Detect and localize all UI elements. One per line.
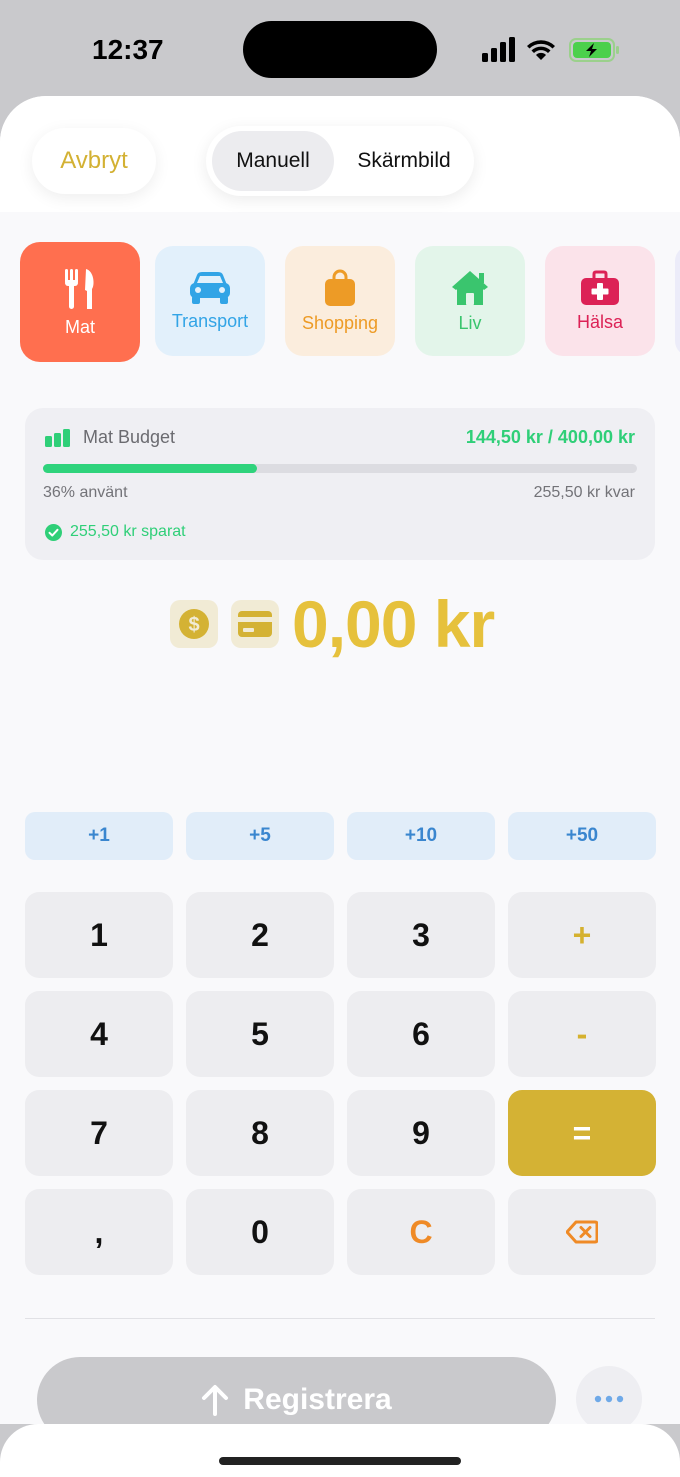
- budget-used-text: 36% använt: [43, 484, 128, 501]
- category-mat[interactable]: Mat: [20, 242, 140, 362]
- medical-kit-icon: [581, 270, 619, 305]
- category-liv[interactable]: Liv: [415, 246, 525, 356]
- shopping-bag-icon: [325, 269, 355, 306]
- add-expense-sheet: Avbryt Manuell Skärmbild Mat Transport S…: [0, 96, 680, 1477]
- category-label: Transport: [171, 310, 249, 331]
- status-bar: 12:37: [0, 0, 680, 96]
- key-equals[interactable]: =: [508, 1090, 656, 1176]
- key-decimal[interactable]: ,: [25, 1189, 173, 1275]
- category-transport[interactable]: Transport: [155, 246, 265, 356]
- key-4[interactable]: 4: [25, 991, 173, 1077]
- house-icon: [452, 270, 488, 305]
- key-5[interactable]: 5: [186, 991, 334, 1077]
- ellipsis-icon: [594, 1395, 624, 1403]
- mode-segmented-control: Manuell Skärmbild: [206, 126, 474, 196]
- budget-progress-fill: [43, 464, 257, 473]
- key-minus[interactable]: -: [508, 991, 656, 1077]
- dynamic-island: [243, 21, 437, 78]
- sheet-header: Avbryt Manuell Skärmbild: [0, 96, 680, 212]
- status-time: 12:37: [92, 34, 164, 65]
- key-3[interactable]: 3: [347, 892, 495, 978]
- more-options-button[interactable]: [576, 1366, 642, 1432]
- fork-knife-icon: [65, 268, 94, 309]
- quick-add-1-button[interactable]: +1: [25, 812, 173, 860]
- budget-progress-bar: [43, 464, 637, 473]
- category-next-partial[interactable]: [675, 246, 680, 356]
- divider: [25, 1318, 655, 1319]
- key-0[interactable]: 0: [186, 1189, 334, 1275]
- category-label: Mat: [64, 316, 95, 337]
- key-backspace[interactable]: [508, 1189, 656, 1275]
- budget-saved-text: 255,50 kr sparat: [70, 523, 186, 540]
- key-2[interactable]: 2: [186, 892, 334, 978]
- payment-method-button[interactable]: [231, 600, 279, 648]
- category-halsa[interactable]: Hälsa: [545, 246, 655, 356]
- budget-remaining-text: 255,50 kr kvar: [533, 484, 635, 501]
- amount-value: 0,00 kr: [292, 587, 495, 661]
- tab-screenshot[interactable]: Skärmbild: [340, 131, 468, 191]
- category-label: Liv: [458, 312, 482, 333]
- key-plus[interactable]: +: [508, 892, 656, 978]
- home-indicator[interactable]: [219, 1457, 461, 1465]
- checkmark-circle-icon: [45, 524, 62, 541]
- quick-add-50-button[interactable]: +50: [508, 812, 656, 860]
- quick-add-5-button[interactable]: +5: [186, 812, 334, 860]
- arrow-up-icon: [202, 1385, 229, 1416]
- budget-title: Mat Budget: [83, 427, 176, 447]
- car-icon: [190, 271, 230, 304]
- svg-text:$: $: [188, 614, 199, 636]
- battery-charging-icon: [569, 38, 619, 62]
- budget-card: Mat Budget 144,50 kr / 400,00 kr 36% anv…: [25, 408, 655, 560]
- key-clear[interactable]: C: [347, 1189, 495, 1275]
- bottom-sheet-edge: [0, 1424, 680, 1477]
- quick-add-10-button[interactable]: +10: [347, 812, 495, 860]
- chart-bar-icon: [45, 429, 70, 447]
- tab-manual[interactable]: Manuell: [212, 131, 334, 191]
- key-8[interactable]: 8: [186, 1090, 334, 1176]
- key-6[interactable]: 6: [347, 991, 495, 1077]
- key-1[interactable]: 1: [25, 892, 173, 978]
- credit-card-icon: [238, 611, 272, 637]
- key-7[interactable]: 7: [25, 1090, 173, 1176]
- category-label: Hälsa: [576, 311, 624, 332]
- key-9[interactable]: 9: [347, 1090, 495, 1176]
- budget-amount: 144,50 kr / 400,00 kr: [465, 427, 635, 447]
- currency-button[interactable]: $: [170, 600, 218, 648]
- cancel-button[interactable]: Avbryt: [32, 128, 156, 194]
- delete-left-icon: [566, 1220, 598, 1244]
- amount-display: $ 0,00 kr: [168, 587, 528, 664]
- status-icons: [482, 36, 622, 64]
- dollar-coin-icon: $: [179, 609, 209, 639]
- wifi-icon: [527, 40, 555, 60]
- category-label: Shopping: [301, 312, 379, 333]
- category-shopping[interactable]: Shopping: [285, 246, 395, 356]
- cellular-icon: [482, 37, 619, 62]
- register-label: Registrera: [243, 1383, 392, 1416]
